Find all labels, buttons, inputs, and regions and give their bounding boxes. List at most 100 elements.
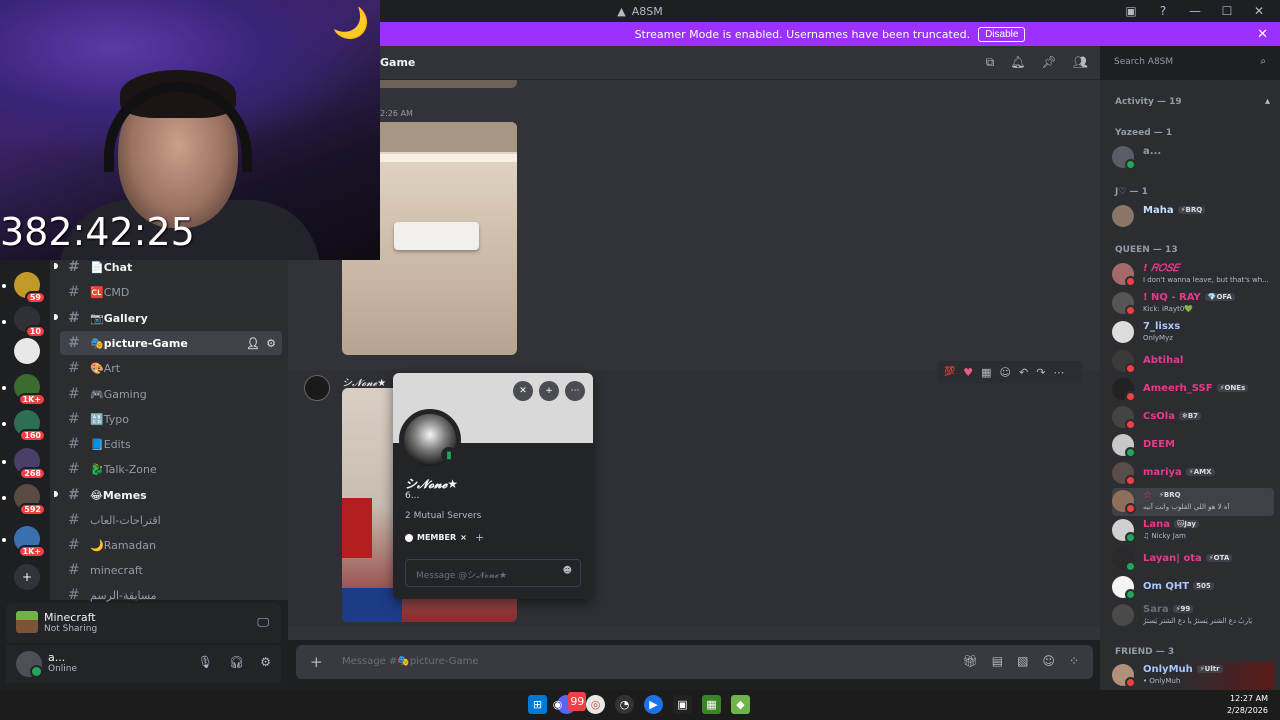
channel-item-active[interactable]: # 🎭picture-Game 👤︎ ⚙ bbox=[60, 331, 282, 355]
pin-icon[interactable]: 📌︎ bbox=[1042, 55, 1057, 70]
server-icon[interactable]: 592 bbox=[14, 484, 46, 516]
add-server-button[interactable]: + bbox=[14, 564, 40, 590]
server-tag: 505 bbox=[1193, 582, 1214, 590]
sticker-icon[interactable]: ▧ bbox=[1017, 654, 1028, 668]
search-input[interactable]: Search A8SM ⌕ bbox=[1108, 53, 1272, 73]
reaction-custom-button[interactable]: ▦ bbox=[981, 366, 991, 379]
close-banner-icon[interactable]: ✕ bbox=[1257, 27, 1268, 42]
more-options-icon[interactable]: ⋯ bbox=[565, 381, 585, 401]
attach-plus-icon[interactable]: + bbox=[310, 653, 323, 671]
member-item[interactable]: mariya ⚡AMX bbox=[1112, 460, 1274, 488]
apps-icon[interactable]: ⁘ bbox=[1069, 654, 1079, 668]
activity-panel[interactable]: Minecraft Not Sharing 🖵︎ bbox=[6, 603, 281, 643]
gif-icon[interactable]: ▤ bbox=[992, 654, 1003, 668]
server-icon[interactable]: 1K+ bbox=[14, 526, 46, 558]
emoji-icon[interactable]: ☻ bbox=[563, 566, 572, 576]
headphones-icon[interactable]: 🎧︎ bbox=[229, 655, 244, 669]
avatar bbox=[1112, 519, 1136, 543]
member-list: Activity — 19 ▴ Yazeed — 1 a... J♡ — 1 M… bbox=[1100, 80, 1280, 690]
threads-icon[interactable]: ⧉ bbox=[986, 55, 995, 70]
notification-bell-icon[interactable]: 🔔︎ bbox=[1010, 55, 1025, 70]
member-item[interactable]: Maha ⚡BRQ bbox=[1112, 203, 1274, 231]
profile-mod-icon[interactable]: ✕ bbox=[513, 381, 533, 401]
screen-share-icon[interactable]: 🖵︎ bbox=[257, 615, 269, 630]
server-icon[interactable]: 160 bbox=[14, 410, 46, 442]
member-item[interactable]: Om QHT 505 bbox=[1112, 574, 1274, 602]
member-item[interactable]: Sara ⚡99 يَاربُ دع الشتر يَسترُ يا دع الش… bbox=[1112, 602, 1274, 630]
collapse-chevron-icon[interactable]: ▴ bbox=[1265, 96, 1270, 107]
reaction-100-button[interactable]: 💯 bbox=[944, 367, 955, 377]
member-item[interactable]: ! 𝑅𝑂𝑆𝐸 I don't wanna leave, but that's w… bbox=[1112, 261, 1274, 289]
message-author-avatar[interactable] bbox=[304, 375, 330, 401]
message-author-name[interactable]: シ𝓝𝓸𝓷𝓮★ bbox=[342, 374, 386, 389]
server-icon[interactable]: 59 bbox=[14, 272, 46, 304]
message-composer[interactable]: + Message #🎭picture-Game 🎁︎ ▤ ▧ ☺ ⁘ bbox=[296, 645, 1093, 679]
member-item[interactable]: a... bbox=[1112, 144, 1274, 172]
add-role-button[interactable]: + bbox=[475, 531, 484, 544]
current-username[interactable]: a... bbox=[48, 651, 65, 664]
channel-title: Game bbox=[380, 56, 416, 69]
server-icon[interactable]: 10 bbox=[14, 306, 46, 338]
chrome-icon[interactable]: ◎ bbox=[586, 695, 605, 714]
emoji-icon[interactable]: ☺ bbox=[1042, 654, 1055, 668]
settings-gear-icon[interactable]: ⚙ bbox=[266, 337, 276, 350]
channel-item[interactable]: # 🌙Ramadan bbox=[60, 533, 282, 557]
profile-message-input[interactable]: Message @シ𝓝𝓸𝓷𝓮★ ☻ bbox=[405, 559, 581, 587]
channel-item[interactable]: # 🎮Gaming bbox=[60, 382, 282, 406]
remove-role-icon[interactable]: × bbox=[460, 533, 467, 542]
channel-item[interactable]: # اقتراحات-العاب bbox=[60, 508, 282, 532]
capcut-icon[interactable]: ▣ bbox=[673, 695, 692, 714]
microphone-icon[interactable]: 🎙︎ bbox=[198, 655, 213, 669]
hash-icon: # bbox=[68, 436, 80, 452]
settings-gear-icon[interactable]: ⚙ bbox=[260, 655, 271, 669]
invite-icon[interactable]: 👤︎ bbox=[246, 337, 260, 350]
members-icon[interactable]: 👥︎ bbox=[1073, 55, 1088, 70]
server-icon[interactable] bbox=[14, 338, 40, 364]
server-icon[interactable]: 1K+ bbox=[14, 374, 46, 406]
channel-item[interactable]: # minecraft bbox=[60, 558, 282, 582]
forward-icon[interactable]: ↷ bbox=[1036, 366, 1045, 379]
help-icon[interactable]: ? bbox=[1156, 4, 1170, 18]
add-friend-icon[interactable]: + bbox=[539, 381, 559, 401]
server-icon[interactable]: 268 bbox=[14, 448, 46, 480]
channel-item[interactable]: # 🐉Talk-Zone bbox=[60, 457, 282, 481]
gift-icon[interactable]: 🎁︎ bbox=[963, 654, 978, 668]
channel-item[interactable]: # 📷Gallery bbox=[60, 306, 282, 330]
member-item[interactable]: Ameerh_SSF ⚡ONEs bbox=[1112, 376, 1274, 404]
member-item[interactable]: Lana 🐱Jay ♫ Nicky Jam bbox=[1112, 517, 1274, 545]
member-item[interactable]: OnlyMuh ⚡Ultr • OnlyMuh bbox=[1112, 662, 1274, 690]
channel-item[interactable]: # 📘Edits bbox=[60, 432, 282, 456]
minecraft-icon[interactable]: ◆ bbox=[731, 695, 750, 714]
channel-item[interactable]: # 🆑CMD bbox=[60, 280, 282, 304]
close-window-button[interactable]: ✕ bbox=[1252, 4, 1266, 18]
app-icon[interactable]: ▶ bbox=[644, 695, 663, 714]
minecraft-launcher-icon[interactable]: ▦ bbox=[702, 695, 721, 714]
member-item[interactable]: ! NQ - RAY 💎OFA Kick: iRayt0💚 bbox=[1112, 290, 1274, 318]
reaction-heart-button[interactable]: ♥ bbox=[963, 366, 973, 379]
member-item[interactable]: CsOla ❄B7 bbox=[1112, 404, 1274, 432]
red-curtain bbox=[342, 498, 372, 558]
screen-icon[interactable]: ▣ bbox=[1124, 4, 1138, 18]
composer-input[interactable]: Message #🎭picture-Game bbox=[342, 656, 479, 667]
windows-start-icon[interactable]: ⊞ bbox=[528, 695, 547, 714]
channel-item[interactable]: # 🎨Art bbox=[60, 356, 282, 380]
mutual-servers-link[interactable]: 2 Mutual Servers bbox=[405, 511, 481, 521]
member-item[interactable]: 7_lisxs OnlyMyz bbox=[1112, 319, 1274, 347]
avatar[interactable] bbox=[16, 651, 43, 678]
unread-indicator bbox=[54, 263, 58, 269]
minimize-button[interactable]: — bbox=[1188, 4, 1202, 18]
member-item[interactable]: Abtihal bbox=[1112, 348, 1274, 376]
add-reaction-icon[interactable]: ☺ bbox=[1000, 366, 1011, 379]
disable-streamer-mode-button[interactable]: Disable bbox=[978, 26, 1026, 42]
member-item[interactable]: ☆ ⚡BRQ ﺁﻩ ﻻ ﻫﻮ اللي القلوب وأنت آنيه bbox=[1112, 488, 1274, 516]
more-icon[interactable]: ⋯ bbox=[1053, 366, 1064, 379]
member-item[interactable]: Layan| ota ⚡OTA bbox=[1112, 546, 1274, 574]
channel-item[interactable]: # 😂Memes bbox=[60, 483, 282, 507]
member-item[interactable]: DEEM bbox=[1112, 432, 1274, 460]
obs-icon[interactable]: ◔ bbox=[615, 695, 634, 714]
maximize-button[interactable]: ☐ bbox=[1220, 4, 1234, 18]
reply-icon[interactable]: ↶ bbox=[1019, 366, 1028, 379]
discord-icon[interactable]: ◉ 99 bbox=[553, 692, 587, 714]
channel-item[interactable]: # 🔠Typo bbox=[60, 407, 282, 431]
system-clock[interactable]: 12:27 AM 2/28/2026 bbox=[1227, 693, 1268, 717]
